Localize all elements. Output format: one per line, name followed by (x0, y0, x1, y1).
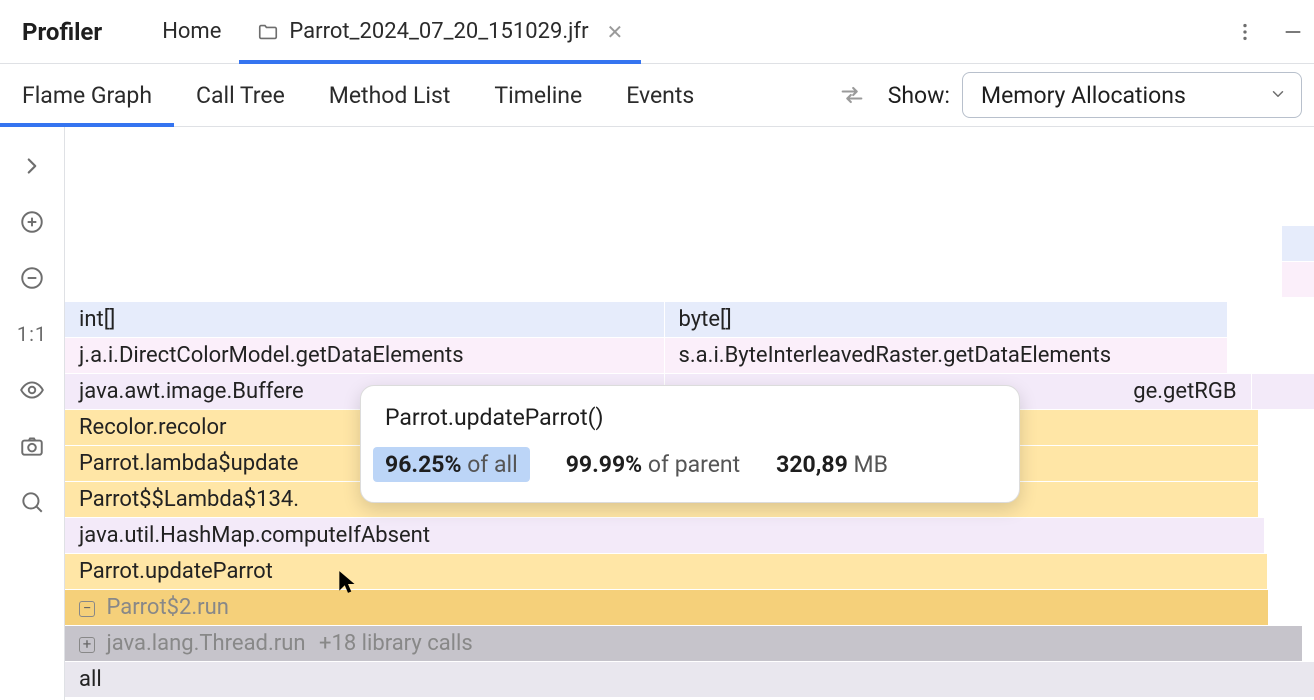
expand-plus-icon[interactable]: + (79, 637, 95, 653)
flame-row-9: j.a.i.DirectColorModel.getDataElements s… (65, 337, 1314, 373)
tab-label: Home (162, 19, 221, 44)
camera-icon[interactable] (17, 431, 47, 461)
close-icon[interactable]: ✕ (607, 20, 624, 44)
tooltip-pct-of-parent: 99.99% of parent (566, 451, 740, 478)
view-method-list[interactable]: Method List (329, 64, 451, 126)
flame-frame-parrot2-run[interactable]: − Parrot$2.run (65, 589, 1268, 625)
dropdown-value: Memory Allocations (981, 82, 1186, 109)
flame-frame-edge-8[interactable] (1252, 374, 1314, 409)
chevron-down-icon (1269, 82, 1287, 109)
flame-frame-dcm[interactable]: j.a.i.DirectColorModel.getDataElements (65, 338, 665, 373)
zoom-reset[interactable]: 1:1 (17, 319, 47, 349)
folder-icon (257, 21, 279, 43)
plus-circle-icon[interactable] (17, 207, 47, 237)
tab-home[interactable]: Home (144, 0, 239, 63)
frame-tooltip: Parrot.updateParrot() 96.25% of all 99.9… (360, 385, 1020, 503)
minus-circle-icon[interactable] (17, 263, 47, 293)
flame-frame-update-parrot[interactable]: Parrot.updateParrot (65, 553, 1267, 589)
flame-frame-bir[interactable]: s.a.i.ByteInterleavedRaster.getDataEleme… (665, 338, 1227, 373)
show-dropdown[interactable]: Memory Allocations (962, 72, 1302, 118)
app-title: Profiler (22, 18, 102, 46)
flame-graph-area[interactable]: all + java.lang.Thread.run +18 library c… (65, 127, 1314, 700)
flame-edge-slivers (1282, 225, 1314, 297)
swap-arrows-icon[interactable] (838, 81, 866, 109)
view-events[interactable]: Events (626, 64, 694, 126)
tooltip-pct-of-all: 96.25% of all (373, 447, 530, 482)
flame-frame-all[interactable]: all (65, 661, 1314, 697)
tooltip-method: Parrot.updateParrot() (385, 404, 995, 431)
more-vertical-icon[interactable] (1234, 21, 1256, 43)
tab-jfr-file[interactable]: Parrot_2024_07_20_151029.jfr ✕ (239, 0, 641, 63)
eye-icon[interactable] (17, 375, 47, 405)
side-toolbar: 1:1 (0, 127, 65, 700)
flame-frame-hashmap[interactable]: java.util.HashMap.computeIfAbsent (65, 517, 1264, 553)
tooltip-alloc: 320,89 MB (776, 451, 888, 478)
view-call-tree[interactable]: Call Tree (196, 64, 285, 126)
view-flame-graph[interactable]: Flame Graph (22, 64, 152, 126)
flame-frame-int-array[interactable]: int[] (65, 302, 665, 337)
view-toolbar: Flame Graph Call Tree Method List Timeli… (0, 64, 1314, 127)
flame-row-10: int[] byte[] (65, 301, 1314, 337)
search-icon[interactable] (17, 487, 47, 517)
tab-label: Parrot_2024_07_20_151029.jfr (289, 19, 588, 44)
chevron-right-icon[interactable] (17, 151, 47, 181)
view-timeline[interactable]: Timeline (494, 64, 582, 126)
flame-frame-thread-run[interactable]: + java.lang.Thread.run +18 library calls (65, 625, 1302, 661)
title-bar: Profiler Home Parrot_2024_07_20_151029.j… (0, 0, 1314, 64)
flame-frame-byte-array[interactable]: byte[] (665, 302, 1227, 337)
show-label: Show: (888, 82, 950, 109)
minimize-icon[interactable] (1282, 21, 1304, 43)
expand-minus-icon[interactable]: − (79, 601, 95, 617)
